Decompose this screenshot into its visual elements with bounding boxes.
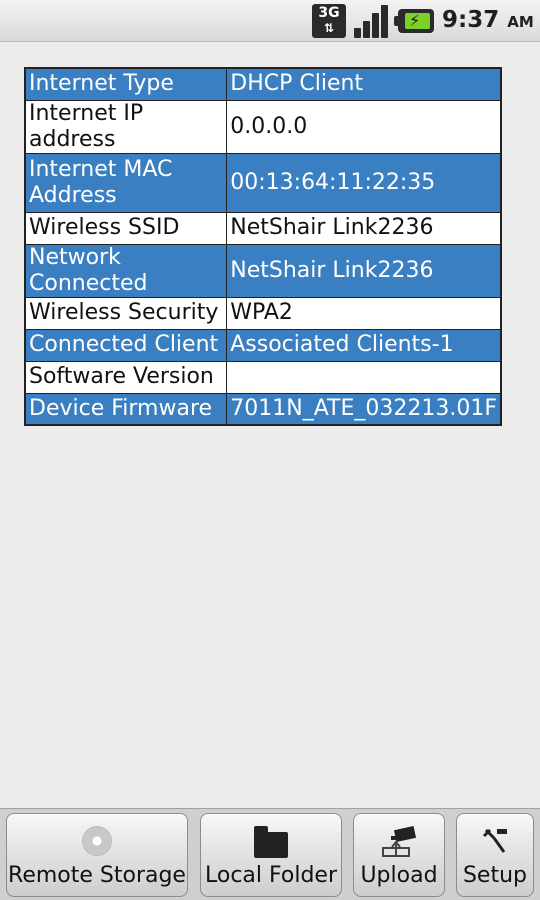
row-value: 00:13:64:11:22:35: [226, 152, 502, 213]
row-label: Network Connected: [24, 243, 228, 298]
row-label: Connected Client: [24, 328, 228, 362]
row-label: Wireless SSID: [24, 211, 228, 245]
device-info-table: Internet Type DHCP Client Internet IP ad…: [24, 67, 502, 426]
table-row: Wireless Security WPA2: [24, 296, 502, 330]
row-value: NetShair Link2236: [226, 243, 502, 298]
folder-icon: [254, 826, 288, 858]
network-type-label: 3G: [318, 5, 340, 21]
row-label: Device Firmware: [24, 392, 228, 426]
remote-storage-button[interactable]: Remote Storage: [6, 813, 188, 897]
data-activity-arrows: ⇅: [323, 21, 335, 35]
row-value: DHCP Client: [226, 67, 502, 101]
row-label: Internet MAC Address: [24, 152, 228, 213]
table-row: Internet Type DHCP Client: [24, 67, 502, 101]
3g-data-icon: 3G ⇅: [312, 4, 346, 38]
disk-icon: [82, 826, 112, 856]
table-row: Software Version: [24, 360, 502, 394]
upload-button[interactable]: Upload: [353, 813, 445, 897]
table-row: Internet MAC Address 00:13:64:11:22:35: [24, 152, 502, 213]
bottom-toolbar: Remote Storage Local Folder Upload Setup: [0, 808, 540, 900]
local-folder-label: Local Folder: [205, 863, 337, 888]
row-value: NetShair Link2236: [226, 211, 502, 245]
upload-label: Upload: [360, 863, 438, 888]
status-bar: 3G ⇅ ⚡ 9:37 AM: [0, 0, 540, 42]
row-value: 7011N_ATE_032213.01F: [226, 392, 502, 426]
wrench-icon: [482, 828, 507, 853]
row-value: [226, 360, 502, 394]
signal-strength-icon: [354, 4, 390, 38]
battery-charging-icon: ⚡: [394, 9, 434, 33]
row-value: 0.0.0.0: [226, 99, 502, 154]
row-value: Associated Clients-1: [226, 328, 502, 362]
clock: 9:37 AM: [442, 7, 534, 33]
setup-label: Setup: [462, 863, 528, 888]
table-row: Device Firmware 7011N_ATE_032213.01F: [24, 392, 502, 426]
clock-ampm: AM: [507, 13, 534, 31]
row-label: Internet IP address: [24, 99, 228, 154]
row-label: Wireless Security: [24, 296, 228, 330]
setup-button[interactable]: Setup: [456, 813, 534, 897]
row-value: WPA2: [226, 296, 502, 330]
upload-icon: [382, 826, 417, 857]
row-label: Software Version: [24, 360, 228, 394]
local-folder-button[interactable]: Local Folder: [200, 813, 342, 897]
table-row: Connected Client Associated Clients-1: [24, 328, 502, 362]
table-row: Network Connected NetShair Link2236: [24, 243, 502, 298]
table-row: Wireless SSID NetShair Link2236: [24, 211, 502, 245]
clock-time: 9:37: [442, 7, 500, 33]
row-label: Internet Type: [24, 67, 228, 101]
remote-storage-label: Remote Storage: [8, 863, 186, 888]
table-row: Internet IP address 0.0.0.0: [24, 99, 502, 154]
